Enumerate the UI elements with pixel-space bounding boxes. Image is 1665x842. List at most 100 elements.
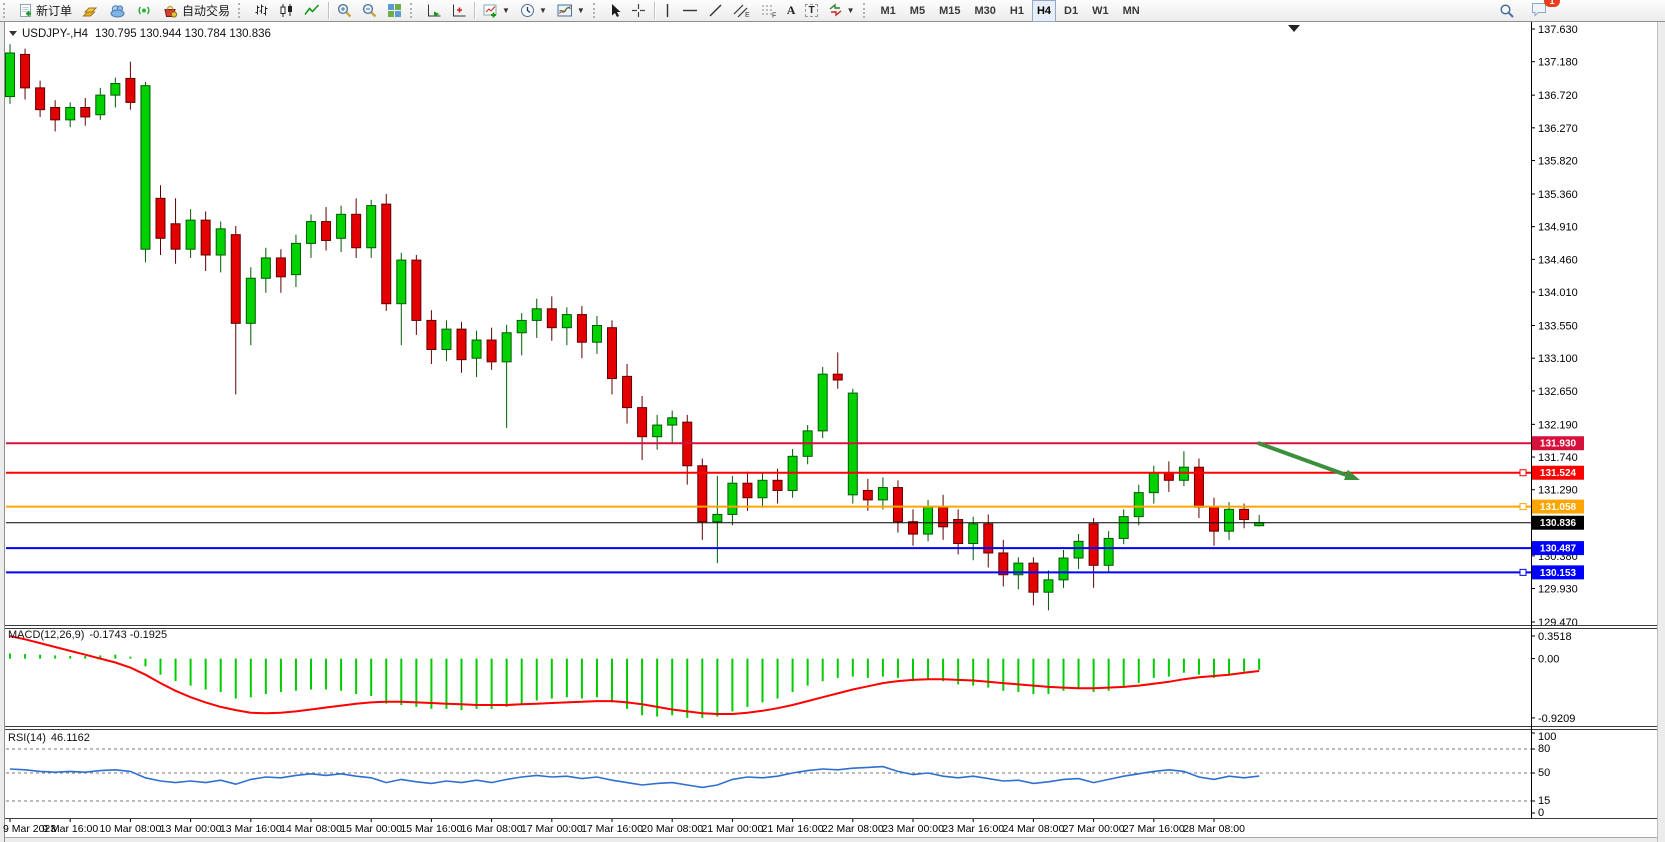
ohlc-values: 130.795 130.944 130.784 130.836: [95, 28, 271, 40]
macd-indicator-label: MACD(12,26,9)-0.1743 -0.1925: [8, 629, 167, 641]
templates-button[interactable]: ▼: [553, 1, 589, 21]
timeframe-d1[interactable]: D1: [1058, 0, 1084, 22]
text-tool-button[interactable]: A: [783, 1, 800, 21]
chart-shift-button[interactable]: [447, 1, 470, 21]
timeframe-m5[interactable]: M5: [904, 0, 931, 22]
zoom-in-icon: [337, 3, 352, 18]
line-handle[interactable]: [1520, 504, 1526, 510]
svg-text:15 Mar 00:00: 15 Mar 00:00: [340, 823, 402, 835]
svg-text:10 Mar 08:00: 10 Mar 08:00: [99, 823, 161, 835]
text-label-tool-button[interactable]: T: [801, 1, 821, 21]
template-icon: [557, 3, 573, 18]
gold-button[interactable]: [78, 1, 103, 21]
vertical-line-icon: [663, 3, 672, 18]
svg-text:129.470: 129.470: [1538, 617, 1578, 629]
dropdown-caret-icon: ▼: [577, 7, 585, 15]
chart-window-title: USDJPY-,H4 130.795 130.944 130.784 130.83…: [9, 28, 271, 40]
toolbar-grip[interactable]: [410, 3, 417, 18]
tile-windows-icon: [387, 3, 402, 18]
crosshair-tool-button[interactable]: [627, 1, 650, 21]
svg-text:22 Mar 08:00: 22 Mar 08:00: [822, 823, 884, 835]
channel-tool-button[interactable]: E: [729, 1, 754, 21]
chart-canvas[interactable]: 137.630137.180136.720136.270135.820135.3…: [0, 0, 1665, 842]
vertical-line-tool-button[interactable]: [659, 1, 676, 21]
toolbar-separator: [474, 2, 475, 19]
svg-text:135.360: 135.360: [1538, 189, 1578, 201]
auto-trading-button[interactable]: 自动交易: [158, 1, 234, 21]
tile-windows-button[interactable]: [383, 1, 406, 21]
community-button[interactable]: [105, 1, 130, 21]
svg-text:132.650: 132.650: [1538, 386, 1578, 398]
gold-bars-icon: [82, 3, 99, 18]
rsi-value: 46.1162: [51, 732, 90, 744]
zoom-out-icon: [362, 3, 377, 18]
svg-text:133.100: 133.100: [1538, 353, 1578, 365]
svg-text:134.910: 134.910: [1538, 222, 1578, 234]
svg-text:24 Mar 08:00: 24 Mar 08:00: [1002, 823, 1064, 835]
auto-scroll-button[interactable]: [422, 1, 445, 21]
zoom-out-button[interactable]: [358, 1, 381, 21]
toolbar-grip[interactable]: [593, 3, 600, 18]
new-order-icon: [19, 3, 33, 18]
line-chart-mode-button[interactable]: [300, 1, 324, 21]
svg-text:17 Mar 16:00: 17 Mar 16:00: [581, 823, 643, 835]
svg-text:F: F: [772, 13, 776, 19]
bar-chart-mode-button[interactable]: [250, 1, 273, 21]
equidistant-channel-icon: E: [733, 3, 750, 18]
rsi-name: RSI(14): [8, 732, 46, 744]
svg-text:17 Mar 00:00: 17 Mar 00:00: [521, 823, 583, 835]
line-handle[interactable]: [1520, 569, 1526, 575]
line-handle[interactable]: [1520, 470, 1526, 476]
symbol-dropdown-icon[interactable]: [9, 31, 17, 36]
svg-text:130.836: 130.836: [1540, 518, 1577, 529]
zoom-in-button[interactable]: [333, 1, 356, 21]
new-order-label: 新订单: [36, 2, 72, 19]
arrows-icon: [828, 3, 843, 18]
svg-text:0.3518: 0.3518: [1538, 631, 1572, 643]
signals-button[interactable]: [132, 1, 156, 21]
timeframe-m1[interactable]: M1: [875, 0, 902, 22]
svg-text:131.290: 131.290: [1538, 485, 1578, 497]
horizontal-line-tool-button[interactable]: [678, 1, 702, 21]
svg-text:27 Mar 16:00: 27 Mar 16:00: [1123, 823, 1185, 835]
svg-text:-0.9209: -0.9209: [1538, 713, 1575, 725]
svg-text:16 Mar 08:00: 16 Mar 08:00: [461, 823, 523, 835]
toolbar-separator: [654, 2, 655, 19]
timeframe-h4[interactable]: H4: [1032, 0, 1056, 22]
timeframe-m15[interactable]: M15: [933, 0, 966, 22]
add-indicator-icon: [483, 3, 498, 18]
right-scroll-strip[interactable]: [1657, 22, 1665, 842]
dropdown-caret-icon: ▼: [847, 7, 855, 15]
candlestick-icon: [279, 3, 294, 18]
timeframe-mn[interactable]: MN: [1117, 0, 1146, 22]
line-chart-icon: [304, 3, 320, 18]
symbol-timeframe-label: USDJPY-,H4: [22, 28, 88, 40]
search-button[interactable]: [1495, 1, 1519, 21]
timeframe-h1[interactable]: H1: [1004, 0, 1030, 22]
toolbar-grip[interactable]: [3, 3, 10, 18]
indicators-button[interactable]: ▼: [479, 1, 514, 21]
fibonacci-tool-button[interactable]: F: [756, 1, 781, 21]
svg-text:50: 50: [1538, 767, 1550, 779]
toolbar-grip[interactable]: [238, 3, 245, 18]
trendline-tool-button[interactable]: [704, 1, 727, 21]
candlestick-mode-button[interactable]: [275, 1, 298, 21]
periods-button[interactable]: ▼: [516, 1, 551, 21]
svg-text:131.930: 131.930: [1540, 439, 1577, 450]
toolbar-grip[interactable]: [863, 3, 870, 18]
new-order-button[interactable]: 新订单: [15, 1, 76, 21]
timeframe-w1[interactable]: W1: [1086, 0, 1115, 22]
cursor-tool-button[interactable]: [605, 1, 625, 21]
svg-text:130.153: 130.153: [1540, 568, 1577, 579]
auto-trading-icon: [162, 3, 179, 18]
svg-text:21 Mar 16:00: 21 Mar 16:00: [762, 823, 824, 835]
timeframe-m30[interactable]: M30: [968, 0, 1001, 22]
svg-text:100: 100: [1538, 731, 1556, 743]
svg-text:23 Mar 16:00: 23 Mar 16:00: [942, 823, 1004, 835]
svg-text:13 Mar 16:00: 13 Mar 16:00: [220, 823, 282, 835]
svg-text:9 Mar 16:00: 9 Mar 16:00: [42, 823, 98, 835]
dropdown-caret-icon: ▼: [539, 7, 547, 15]
arrows-tool-button[interactable]: ▼: [824, 1, 859, 21]
search-icon: [1499, 3, 1515, 19]
svg-text:15 Mar 16:00: 15 Mar 16:00: [400, 823, 462, 835]
